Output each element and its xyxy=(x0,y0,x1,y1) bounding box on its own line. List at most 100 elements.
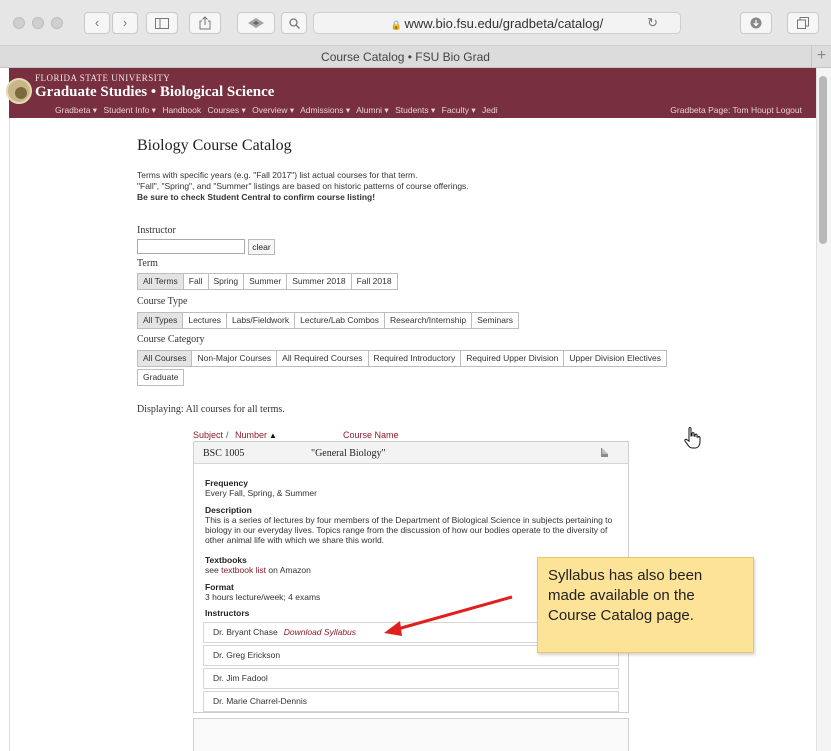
share-icon xyxy=(199,16,211,30)
user-page-link[interactable]: Gradbeta Page: Tom Houpt xyxy=(670,105,773,115)
category-non-major[interactable]: Non-Major Courses xyxy=(191,350,278,367)
search-icon xyxy=(288,18,300,29)
course-category-label: Course Category xyxy=(137,334,205,345)
instructor-input[interactable] xyxy=(137,239,245,254)
instructor-row: Dr. Marie Charrel-Dennis xyxy=(203,691,619,712)
share-button[interactable] xyxy=(189,12,221,34)
type-seminars[interactable]: Seminars xyxy=(471,312,520,329)
intro-line-3: Be sure to check Student Central to conf… xyxy=(137,192,376,202)
close-window-icon[interactable] xyxy=(13,17,25,29)
course-code: BSC 1005 xyxy=(203,448,245,459)
format-label: Format xyxy=(205,582,234,592)
nav-alumni[interactable]: Alumni ▾ xyxy=(356,105,389,115)
logout-link[interactable]: Logout xyxy=(776,105,802,115)
term-spring[interactable]: Spring xyxy=(207,273,245,290)
document-icon[interactable] xyxy=(601,448,608,457)
frequency-label: Frequency xyxy=(205,478,248,488)
type-all[interactable]: All Types xyxy=(137,312,184,329)
fsu-seal-icon xyxy=(6,78,32,104)
next-course-card[interactable] xyxy=(193,718,629,751)
user-nav: Gradbeta Page: Tom Houpt Logout xyxy=(670,105,802,115)
description-label: Description xyxy=(205,505,252,515)
nav-faculty[interactable]: Faculty ▾ xyxy=(442,105,476,115)
category-graduate[interactable]: Graduate xyxy=(137,369,185,386)
page-title: Biology Course Catalog xyxy=(137,137,292,154)
description-value: This is a series of lectures by four mem… xyxy=(205,515,613,545)
scrollbar-thumb[interactable] xyxy=(819,76,827,244)
address-bar[interactable]: 🔒 www.bio.fsu.edu/gradbeta/catalog/ ↻ xyxy=(313,12,681,34)
tabs-overview-button[interactable] xyxy=(787,12,819,34)
type-labs[interactable]: Labs/Fieldwork xyxy=(225,312,296,329)
category-required-upper[interactable]: Required Upper Division xyxy=(460,350,565,367)
category-required-intro[interactable]: Required Introductory xyxy=(367,350,462,367)
nav-courses[interactable]: Courses ▾ xyxy=(207,105,245,115)
nav-handbook[interactable]: Handbook xyxy=(162,105,201,115)
instructor-name: Dr. Greg Erickson xyxy=(213,650,281,660)
download-icon xyxy=(750,17,762,29)
term-filter: All Terms Fall Spring Summer Summer 2018… xyxy=(137,273,398,290)
extension-button[interactable] xyxy=(237,12,275,34)
term-summer-2018[interactable]: Summer 2018 xyxy=(286,273,352,290)
instructor-name: Dr. Bryant Chase xyxy=(213,627,278,637)
course-row-header[interactable]: BSC 1005 "General Biology" xyxy=(194,442,628,464)
tab-bar: Course Catalog • FSU Bio Grad + xyxy=(0,46,831,68)
main-nav: Gradbeta ▾ Student Info ▾ Handbook Cours… xyxy=(55,105,502,116)
tab-title[interactable]: Course Catalog • FSU Bio Grad xyxy=(0,50,811,64)
site-header: FLORIDA STATE UNIVERSITY Graduate Studie… xyxy=(6,68,816,118)
annotation-arrow-icon xyxy=(384,595,513,636)
university-name: FLORIDA STATE UNIVERSITY xyxy=(35,73,171,83)
col-course-name[interactable]: Course Name xyxy=(343,430,399,440)
col-separator: / xyxy=(226,430,229,440)
nav-students[interactable]: Students ▾ xyxy=(395,105,435,115)
term-fall-2018[interactable]: Fall 2018 xyxy=(350,273,398,290)
type-lectures[interactable]: Lectures xyxy=(182,312,227,329)
nav-jedi[interactable]: Jedi xyxy=(482,105,498,115)
instructor-name: Dr. Marie Charrel-Dennis xyxy=(213,696,307,706)
nav-student-info[interactable]: Student Info ▾ xyxy=(103,105,155,115)
annotation-note: Syllabus has also been made available on… xyxy=(537,557,754,653)
extension-icon xyxy=(248,18,264,28)
textbooks-label: Textbooks xyxy=(205,555,247,565)
forward-button[interactable]: › xyxy=(112,12,138,34)
chevron-right-icon: › xyxy=(122,15,128,30)
instructors-label: Instructors xyxy=(205,608,250,618)
minimize-window-icon[interactable] xyxy=(32,17,44,29)
intro-line-2: "Fall", "Spring", and "Summer" listings … xyxy=(137,181,469,191)
course-category-filter: All Courses Non-Major Courses All Requir… xyxy=(137,350,668,367)
category-all-required[interactable]: All Required Courses xyxy=(276,350,369,367)
instructor-label: Instructor xyxy=(137,225,176,236)
search-button[interactable] xyxy=(281,12,307,34)
term-summer[interactable]: Summer xyxy=(243,273,288,290)
back-button[interactable]: ‹ xyxy=(84,12,110,34)
nav-overview[interactable]: Overview ▾ xyxy=(252,105,294,115)
term-fall[interactable]: Fall xyxy=(182,273,209,290)
nav-admissions[interactable]: Admissions ▾ xyxy=(300,105,350,115)
course-type-label: Course Type xyxy=(137,296,188,307)
chevron-left-icon: ‹ xyxy=(94,15,100,30)
intro-line-1: Terms with specific years (e.g. "Fall 20… xyxy=(137,170,418,180)
browser-toolbar: ‹ › 🔒 www.bio.fsu.edu/gradbeta/catalog/ … xyxy=(0,0,831,46)
sort-asc-icon: ▲ xyxy=(269,431,277,440)
category-all[interactable]: All Courses xyxy=(137,350,193,367)
downloads-button[interactable] xyxy=(740,12,772,34)
type-combos[interactable]: Lecture/Lab Combos xyxy=(294,312,386,329)
reload-icon[interactable]: ↻ xyxy=(647,15,658,31)
type-research[interactable]: Research/Internship xyxy=(384,312,473,329)
nav-gradbeta[interactable]: Gradbeta ▾ xyxy=(55,105,97,115)
col-subject[interactable]: Subject xyxy=(193,430,223,440)
address-url: www.bio.fsu.edu/gradbeta/catalog/ xyxy=(404,16,604,31)
instructor-row: Dr. Jim Fadool xyxy=(203,668,619,689)
course-name: "General Biology" xyxy=(311,448,386,459)
sidebar-button[interactable] xyxy=(146,12,178,34)
category-upper-electives[interactable]: Upper Division Electives xyxy=(563,350,668,367)
displaying-status: Displaying: All courses for all terms. xyxy=(137,404,285,415)
textbook-list-link[interactable]: textbook list xyxy=(221,565,266,575)
zoom-window-icon[interactable] xyxy=(51,17,63,29)
clear-button[interactable]: clear xyxy=(248,239,275,255)
download-syllabus-link[interactable]: Download Syllabus xyxy=(284,627,356,637)
new-tab-button[interactable]: + xyxy=(811,46,831,68)
lock-icon: 🔒 xyxy=(390,20,405,30)
term-all[interactable]: All Terms xyxy=(137,273,184,290)
col-number[interactable]: Number xyxy=(235,430,267,440)
site-title[interactable]: Graduate Studies • Biological Science xyxy=(35,84,274,101)
